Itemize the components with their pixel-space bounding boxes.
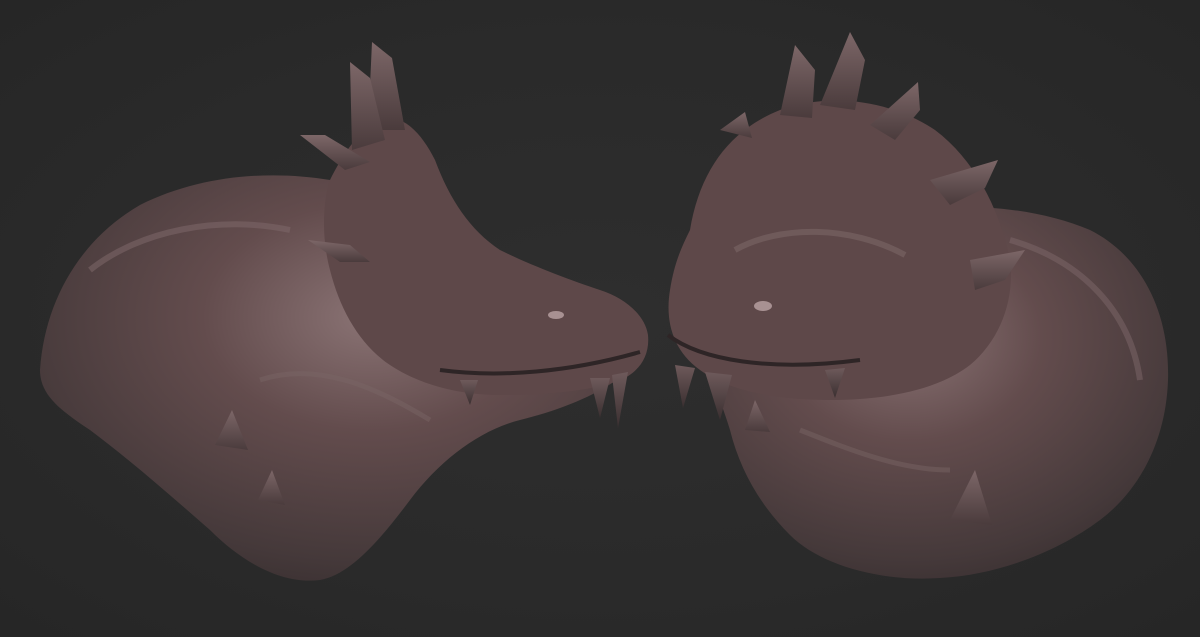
right-spike-2	[820, 32, 865, 110]
creature-bust-right	[666, 32, 1169, 579]
left-tooth-2	[612, 372, 628, 428]
creature-bust-left	[40, 42, 649, 581]
right-spike-6	[720, 112, 752, 138]
left-eye	[548, 311, 564, 319]
sculpt-render	[40, 32, 1169, 581]
right-bust-head	[668, 100, 1011, 401]
right-tooth-1	[675, 365, 695, 408]
right-spike-1	[780, 45, 815, 118]
left-tooth-1	[590, 378, 610, 418]
right-eye	[754, 301, 772, 311]
viewport-canvas	[0, 0, 1200, 637]
